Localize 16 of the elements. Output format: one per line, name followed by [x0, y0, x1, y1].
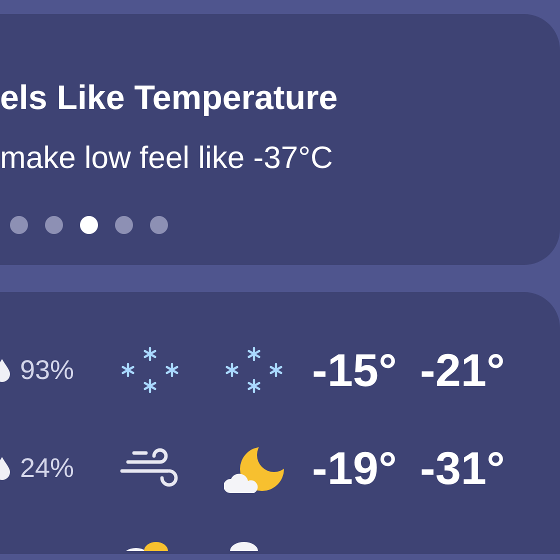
- precipitation-chance: 24%: [20, 452, 76, 484]
- snowflakes-icon: [224, 346, 284, 394]
- low-temperature: -31°: [420, 441, 506, 495]
- high-temperature: -15°: [312, 343, 398, 397]
- card-text: make low feel like -37°C: [0, 139, 334, 177]
- low-temperature: -21°: [420, 343, 506, 397]
- card-title: els Like Temperature: [0, 78, 339, 119]
- cloud-icon: [230, 542, 258, 551]
- page-dot[interactable]: [80, 216, 98, 234]
- page-dot[interactable]: [45, 216, 63, 234]
- page-dot[interactable]: [150, 216, 168, 234]
- precipitation-chance: 93%: [20, 354, 76, 386]
- page-dot[interactable]: [10, 216, 28, 234]
- page-dot[interactable]: [115, 216, 133, 234]
- snowflakes-icon: [120, 346, 180, 394]
- high-temperature: -19°: [312, 441, 398, 495]
